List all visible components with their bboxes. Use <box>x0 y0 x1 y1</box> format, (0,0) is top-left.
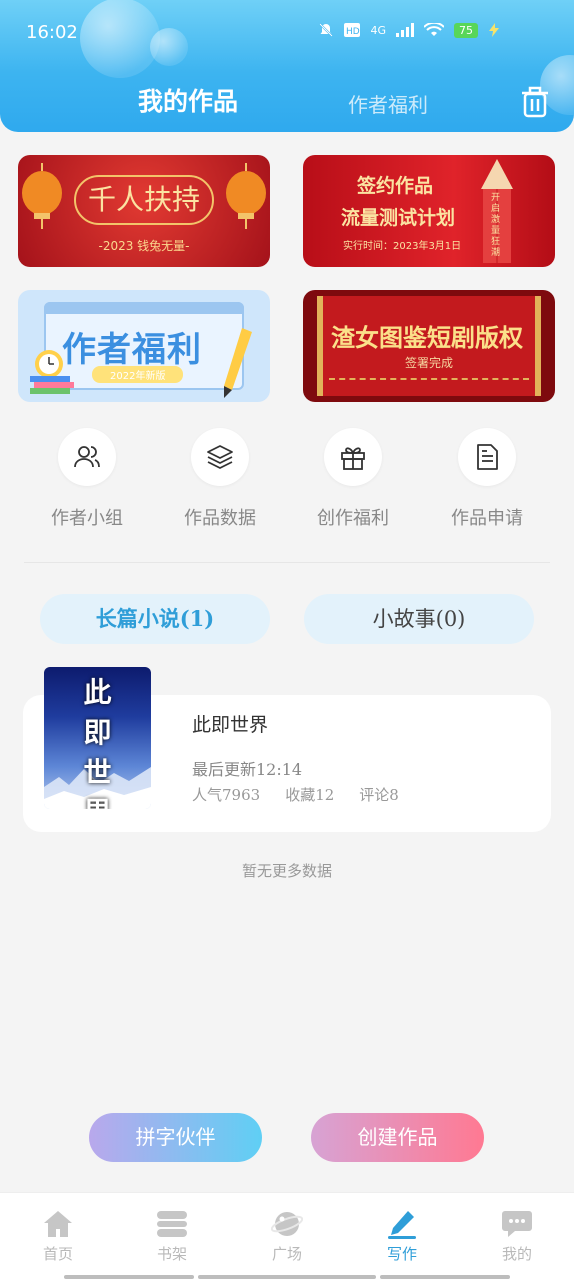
book-stats: 人气7963 收藏12 评论8 <box>192 784 399 805</box>
pencil-icon <box>224 328 252 398</box>
charging-icon <box>489 23 499 37</box>
banner-title: 渣女图鉴短剧版权 <box>331 323 523 352</box>
quick-action-circle <box>58 428 116 486</box>
quick-action-circle <box>324 428 382 486</box>
svg-text:HD: HD <box>346 27 360 37</box>
home-indicator <box>64 1275 194 1279</box>
book-comments: 评论8 <box>359 786 399 804</box>
banner-line1: 签约作品 <box>357 175 434 197</box>
lantern-icon <box>22 163 62 229</box>
nav-label: 我的 <box>501 1245 532 1263</box>
battery-level: 75 <box>454 22 478 38</box>
nav-bookshelf[interactable]: 书架 <box>132 1207 212 1264</box>
banner-signed-works[interactable]: 签约作品 流量测试计划 实行时间：2023年3月1日 开启激量狂潮 <box>303 155 555 267</box>
alarm-clock-icon <box>35 350 63 378</box>
banner-window-bar <box>44 302 244 314</box>
header: 16:02 HD 4G 75 我的作品 作者福利 <box>0 0 574 132</box>
status-bar: 16:02 HD 4G 75 <box>0 0 574 64</box>
signal-icon <box>396 23 414 37</box>
create-work-button[interactable]: 创建作品 <box>311 1113 484 1162</box>
books-icon <box>30 376 74 394</box>
quick-action-creation-benefits[interactable]: 创作福利 <box>286 428 420 530</box>
book-favorites: 收藏12 <box>285 786 335 804</box>
status-time: 16:02 <box>26 22 78 43</box>
banner-vertical-tag: 开启激量狂潮 <box>491 193 501 258</box>
banner-title-frame: 千人扶持 <box>74 175 214 225</box>
book-cover[interactable]: 此 即 世 界 <box>44 667 151 809</box>
home-icon <box>44 1211 72 1237</box>
tab-short-story[interactable]: 小故事(0) <box>304 594 534 644</box>
bottom-nav: 首页 书架 广场 写作 我的 <box>0 1192 574 1280</box>
banner-line2: 流量测试计划 <box>341 207 456 229</box>
banner-pattern <box>329 378 529 384</box>
planet-icon <box>271 1212 303 1236</box>
nav-label: 广场 <box>271 1245 302 1263</box>
wifi-icon <box>424 23 444 36</box>
quick-action-author-group[interactable]: 作者小组 <box>20 428 154 530</box>
tab-my-works[interactable]: 我的作品 <box>138 82 238 118</box>
cover-char: 界 <box>44 793 151 809</box>
status-icons: HD 4G 75 <box>318 22 500 38</box>
nav-plaza[interactable]: 广场 <box>247 1207 327 1264</box>
banner-badge: 2022年新版 <box>92 366 184 383</box>
pen-icon <box>388 1211 416 1239</box>
writing-partner-button[interactable]: 拼字伙伴 <box>89 1113 262 1162</box>
banner-title: 作者福利 <box>62 330 202 370</box>
quick-action-label: 作品数据 <box>184 508 256 529</box>
banner-line3: 实行时间：2023年3月1日 <box>343 241 462 252</box>
nav-label: 写作 <box>386 1245 417 1263</box>
cover-title: 此 即 世 界 <box>44 673 151 809</box>
home-indicator <box>380 1275 510 1279</box>
document-icon <box>477 444 498 470</box>
quick-action-work-application[interactable]: 作品申请 <box>420 428 554 530</box>
nav-label: 首页 <box>42 1245 73 1263</box>
book-popularity: 人气7963 <box>192 786 261 804</box>
nav-label: 书架 <box>156 1245 187 1263</box>
mute-bell-icon <box>319 23 334 37</box>
quick-action-label: 作者小组 <box>51 508 123 529</box>
banner-author-benefits[interactable]: 作者福利 2022年新版 <box>18 290 270 402</box>
banner-thousand-support[interactable]: 千人扶持 -2023 钱兔无量- <box>18 155 270 267</box>
quick-action-label: 创作福利 <box>317 508 389 529</box>
chat-bubble-icon <box>502 1211 532 1237</box>
quick-action-label: 作品申请 <box>451 508 523 529</box>
trash-icon[interactable] <box>520 86 550 118</box>
section-divider <box>24 562 550 563</box>
banner-title: 千人扶持 <box>87 183 200 216</box>
hd-icon: HD <box>344 23 361 37</box>
nav-writing[interactable]: 写作 <box>362 1207 442 1264</box>
gift-icon <box>341 447 365 470</box>
quick-action-circle <box>458 428 516 486</box>
bookshelf-icon <box>157 1211 187 1237</box>
nav-me[interactable]: 我的 <box>477 1207 557 1264</box>
cover-char: 世 <box>83 756 112 789</box>
cover-char: 此 <box>83 676 112 709</box>
layers-icon <box>207 445 233 469</box>
book-title[interactable]: 此即世界 <box>192 710 268 737</box>
tab-author-benefits[interactable]: 作者福利 <box>348 89 428 118</box>
cover-char: 即 <box>83 716 112 749</box>
users-icon <box>74 446 100 468</box>
banner-subtitle: -2023 钱兔无量- <box>98 239 190 253</box>
no-more-data: 暂无更多数据 <box>241 862 332 880</box>
nav-home[interactable]: 首页 <box>18 1207 98 1264</box>
book-last-update: 最后更新12:14 <box>192 760 303 779</box>
quick-action-circle <box>191 428 249 486</box>
banner-subtitle: 签署完成 <box>404 356 453 370</box>
home-indicator <box>198 1275 376 1279</box>
quick-action-work-data[interactable]: 作品数据 <box>153 428 287 530</box>
lantern-icon <box>226 163 266 229</box>
banner-drama-rights[interactable]: 渣女图鉴短剧版权 签署完成 <box>303 290 555 402</box>
network-type: 4G <box>370 23 386 37</box>
tab-long-novel[interactable]: 长篇小说(1) <box>40 594 270 644</box>
